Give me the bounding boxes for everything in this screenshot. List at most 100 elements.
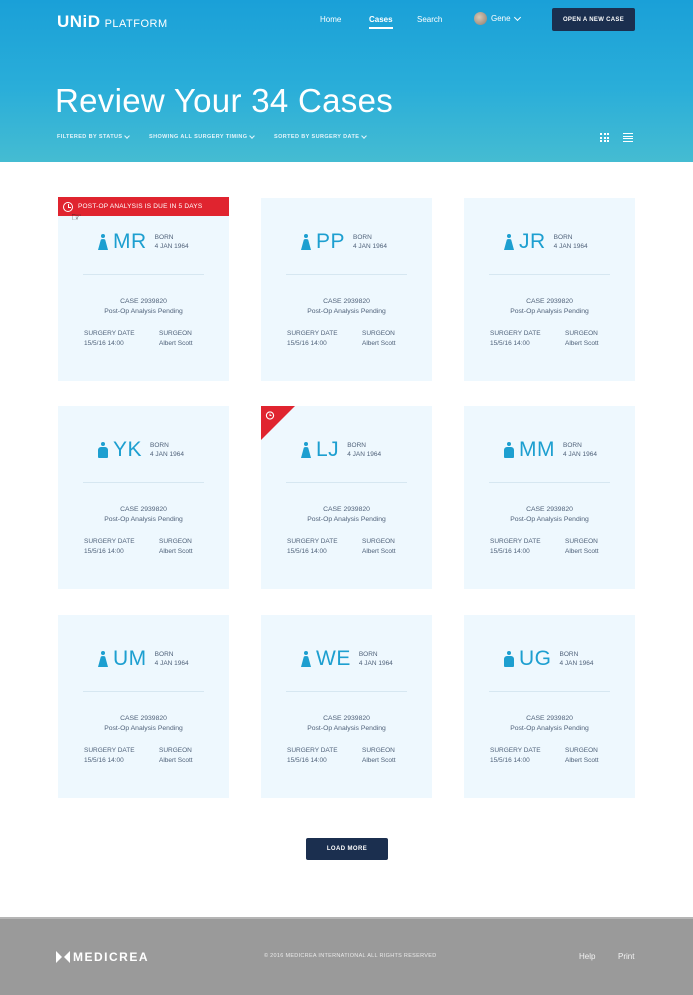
divider: [83, 482, 204, 483]
grid-view-icon[interactable]: [600, 133, 609, 142]
chevron-down-icon: [249, 133, 256, 139]
female-patient-icon: [504, 234, 514, 251]
born-label: BORN: [347, 442, 366, 449]
sort-surgery-date[interactable]: SORTED BY SURGERY DATE: [274, 133, 368, 140]
surgery-date-block: SURGERY DATE 15/5/16 14:00: [490, 329, 541, 348]
case-info: CASE 2939820 Post-Op Analysis Pending: [464, 714, 635, 734]
birth-info: BORN 4 JAN 1964: [347, 442, 381, 459]
header-hero: UNiD PLATFORM Home Cases Search Gene OPE…: [0, 0, 693, 162]
surgeon-block: SURGEON Albert Scott: [159, 537, 193, 556]
surgeon-label: SURGEON: [565, 747, 598, 754]
case-card[interactable]: UM BORN 4 JAN 1964 CASE 2939820 Post-Op Anal…: [58, 615, 229, 798]
surgeon-label: SURGEON: [159, 538, 192, 545]
load-more-button[interactable]: LOAD MORE: [306, 838, 388, 860]
alert-banner[interactable]: POST-OP ANALYSIS IS DUE IN 5 DAYS ☞: [58, 197, 229, 224]
divider: [83, 274, 204, 275]
case-card[interactable]: MM BORN 4 JAN 1964 CASE 2939820 Post-Op Anal…: [464, 406, 635, 589]
case-info: CASE 2939820 Post-Op Analysis Pending: [261, 505, 432, 525]
case-card[interactable]: POST-OP ANALYSIS IS DUE IN 5 DAYS ☞ MR BORN…: [58, 197, 229, 381]
case-number: CASE 2939820: [120, 715, 167, 722]
born-label: BORN: [358, 651, 378, 658]
case-card[interactable]: PP BORN 4 JAN 1964 CASE 2939820 Post-Op Anal…: [261, 198, 432, 381]
user-name: Gene: [491, 14, 511, 23]
case-status: Post-Op Analysis Pending: [307, 725, 386, 732]
female-patient-icon: [301, 442, 311, 459]
case-card[interactable]: WE BORN 4 JAN 1964 CASE 2939820 Post-Op Anal…: [261, 615, 432, 798]
surgery-date-block: SURGERY DATE 15/5/16 14:00: [287, 329, 338, 348]
filter-surgery-timing[interactable]: SHOWING ALL SURGERY TIMING: [149, 133, 256, 140]
print-link[interactable]: Print: [618, 952, 634, 961]
user-menu[interactable]: Gene: [474, 12, 521, 25]
divider: [489, 274, 610, 275]
nav-home[interactable]: Home: [320, 15, 341, 27]
surgeon-value: Albert Scott: [362, 339, 396, 347]
app-logo[interactable]: UNiD PLATFORM: [57, 12, 168, 32]
case-card[interactable]: UG BORN 4 JAN 1964 CASE 2939820 Post-Op Anal…: [464, 615, 635, 798]
case-card[interactable]: LJ BORN 4 JAN 1964 CASE 2939820 Post-Op Anal…: [261, 406, 432, 589]
patient-initials: UM: [113, 647, 147, 670]
avatar: [474, 12, 487, 25]
born-date: 4 JAN 1964: [358, 659, 393, 667]
surgeon-block: SURGEON Albert Scott: [565, 746, 599, 765]
patient-header: UM BORN 4 JAN 1964: [98, 648, 189, 670]
surgery-date-value: 15/5/16 14:00: [84, 756, 124, 764]
case-info: CASE 2939820 Post-Op Analysis Pending: [464, 297, 635, 317]
surgery-date-label: SURGERY DATE: [287, 747, 338, 754]
surgery-date-block: SURGERY DATE 15/5/16 14:00: [490, 746, 541, 765]
case-status: Post-Op Analysis Pending: [510, 516, 589, 523]
birth-info: BORN 4 JAN 1964: [150, 442, 184, 459]
male-patient-icon: [504, 651, 514, 668]
nav-search[interactable]: Search: [417, 15, 442, 27]
case-status: Post-Op Analysis Pending: [307, 308, 386, 315]
open-new-case-button[interactable]: OPEN A NEW CASE: [552, 8, 635, 31]
logo-subtitle: PLATFORM: [104, 18, 168, 30]
surgery-date-value: 15/5/16 14:00: [84, 547, 124, 555]
list-view-icon[interactable]: [623, 133, 633, 142]
surgeon-label: SURGEON: [362, 330, 395, 337]
logo-mark: UNiD: [57, 12, 101, 31]
patient-initials: PP: [316, 230, 346, 253]
copyright: © 2016 MEDICREA INTERNATIONAL ALL RIGHTS…: [264, 953, 437, 959]
surgeon-value: Albert Scott: [565, 547, 599, 555]
birth-info: BORN 4 JAN 1964: [359, 651, 393, 668]
nav-cases[interactable]: Cases: [369, 15, 393, 29]
surgeon-value: Albert Scott: [362, 547, 396, 555]
surgeon-block: SURGEON Albert Scott: [565, 329, 599, 348]
view-toggle: [600, 133, 633, 142]
case-number: CASE 2939820: [526, 298, 573, 305]
patient-header: YK BORN 4 JAN 1964: [98, 439, 184, 461]
case-number: CASE 2939820: [526, 715, 573, 722]
patient-header: MM BORN 4 JAN 1964: [504, 439, 597, 461]
case-number: CASE 2939820: [323, 506, 370, 513]
surgery-date-value: 15/5/16 14:00: [490, 756, 530, 764]
chevron-down-icon: [361, 133, 368, 139]
case-card[interactable]: YK BORN 4 JAN 1964 CASE 2939820 Post-Op Anal…: [58, 406, 229, 589]
case-info: CASE 2939820 Post-Op Analysis Pending: [261, 297, 432, 317]
surgeon-label: SURGEON: [159, 330, 192, 337]
filter-status[interactable]: FILTERED BY STATUS: [57, 133, 131, 140]
surgeon-block: SURGEON Albert Scott: [362, 537, 396, 556]
female-patient-icon: [301, 651, 311, 668]
surgery-date-label: SURGERY DATE: [84, 330, 135, 337]
surgeon-value: Albert Scott: [159, 547, 193, 555]
surgery-date-value: 15/5/16 14:00: [287, 756, 327, 764]
case-card[interactable]: JR BORN 4 JAN 1964 CASE 2939820 Post-Op Anal…: [464, 198, 635, 381]
case-status: Post-Op Analysis Pending: [510, 725, 589, 732]
surgeon-label: SURGEON: [362, 747, 395, 754]
case-number: CASE 2939820: [120, 506, 167, 513]
surgery-date-value: 15/5/16 14:00: [490, 339, 530, 347]
divider: [489, 691, 610, 692]
case-status: Post-Op Analysis Pending: [104, 516, 183, 523]
case-number: CASE 2939820: [323, 298, 370, 305]
help-link[interactable]: Help: [579, 952, 595, 961]
surgery-date-label: SURGERY DATE: [490, 330, 541, 337]
page-title: Review Your 34 Cases: [55, 82, 394, 119]
surgery-date-label: SURGERY DATE: [490, 538, 541, 545]
surgery-date-value: 15/5/16 14:00: [287, 339, 327, 347]
footer-logo: MEDICREA: [56, 950, 149, 964]
born-label: BORN: [150, 442, 169, 449]
case-status: Post-Op Analysis Pending: [104, 725, 183, 732]
footer: MEDICREA © 2016 MEDICREA INTERNATIONAL A…: [0, 917, 693, 995]
divider: [83, 691, 204, 692]
born-label: BORN: [563, 442, 582, 449]
